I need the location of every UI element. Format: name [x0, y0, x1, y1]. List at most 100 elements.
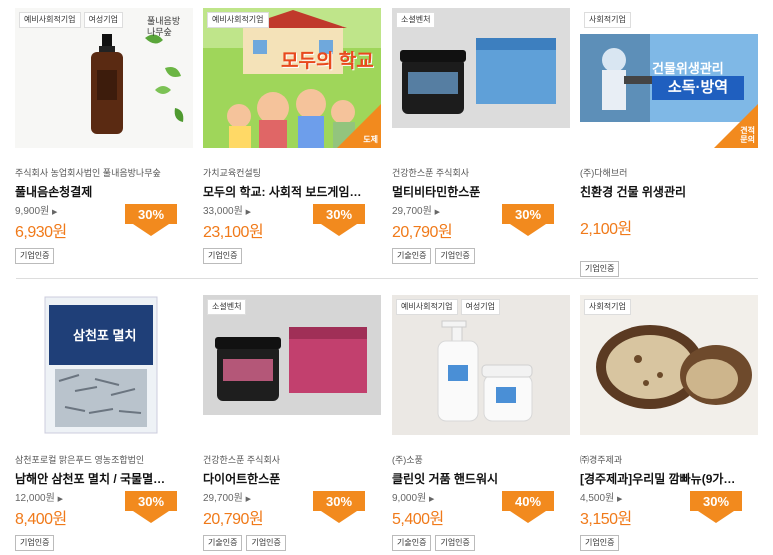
- product-name[interactable]: 남해안 삼천포 멸치 / 국물멸…: [15, 470, 175, 486]
- product-name[interactable]: 풀내음손청결제: [15, 183, 175, 199]
- original-price-value: 12,000원: [15, 493, 55, 504]
- badge: 예비사회적기업: [207, 12, 269, 28]
- cert-tag: 기업인증: [580, 261, 620, 277]
- cert-group: 기술인증 기업인증: [203, 535, 381, 551]
- discount-arrow-badge: 30%: [313, 204, 365, 236]
- original-price-value: 33,000원: [203, 206, 243, 217]
- seller-name: 삼천포로컬 맑은푸드 영농조합법인: [15, 455, 145, 465]
- product-card[interactable]: 소셜벤처 건강한스푼 주식회사 다이어트한스푼 29,700원 ▶ 20,790…: [203, 295, 381, 551]
- original-price-value: 9,900원: [15, 206, 50, 217]
- product-name[interactable]: 모두의 학교: 사회적 보드게임…: [203, 183, 363, 199]
- badge-group: 사회적기업: [584, 299, 631, 315]
- badge-group: 예비사회적기업: [207, 12, 269, 28]
- corner-ribbon: 견적 문의: [714, 104, 758, 148]
- corner-ribbon: 도제: [337, 104, 381, 148]
- cert-group: 기업인증: [15, 535, 193, 551]
- seller-name: 건강한스푼 주식회사: [392, 168, 470, 178]
- price-box: 4,500원 ▶ 3,150원 30%: [580, 489, 758, 529]
- price-box: 2,100원: [580, 215, 758, 255]
- cert-tag: 기업인증: [580, 535, 620, 551]
- product-image-supplement[interactable]: 소셜벤처: [392, 8, 570, 128]
- corner-ribbon-text: 견적 문의: [740, 126, 755, 144]
- original-price-value: 29,700원: [392, 206, 432, 217]
- badge: 예비사회적기업: [19, 12, 81, 28]
- original-price-value: 9,000원: [392, 493, 427, 504]
- product-grid: 풀내음방나무숲 예비사회적기업 여성기업 주식회사 농업회사법인 풀내음방나무숲…: [0, 0, 773, 555]
- product-name[interactable]: 다이어트한스푼: [203, 470, 363, 486]
- package-title-text: 삼천포 멸치: [73, 328, 137, 343]
- badge: 예비사회적기업: [396, 299, 458, 315]
- discount-arrow-badge: 30%: [690, 491, 742, 523]
- seller-name: 건강한스푼 주식회사: [203, 455, 281, 465]
- discount-rate: 30%: [514, 207, 542, 222]
- badge: 사회적기업: [584, 299, 631, 315]
- cert-group: 기업인증: [580, 261, 758, 277]
- product-card[interactable]: 소셜벤처 건강한스푼 주식회사 멀티비타민한스푼 29,700원 ▶ 20,79…: [392, 8, 570, 264]
- badge: 소셜벤처: [207, 299, 247, 315]
- triangle-right-icon: ▶: [434, 209, 440, 216]
- triangle-right-icon: ▶: [617, 496, 623, 503]
- image-logo-text: 풀내음방나무숲: [147, 16, 181, 37]
- row-divider: [16, 278, 758, 279]
- badge: 소셜벤처: [396, 12, 436, 28]
- cert-tag: 기술인증: [392, 535, 432, 551]
- price-box: 29,700원 ▶ 20,790원 30%: [203, 489, 381, 529]
- badge-group: 예비사회적기업 여성기업: [396, 299, 500, 315]
- product-card[interactable]: 건물위생관리 소독·방역 사회적기업 견적 문의 (주)다해브러 친환경 건물 …: [580, 8, 758, 277]
- badge: 여성기업: [460, 299, 500, 315]
- product-name[interactable]: 클린잇 거품 핸드워시: [392, 470, 552, 486]
- price-box: 33,000원 ▶ 23,100원 30%: [203, 202, 381, 242]
- product-image-spray-bottle[interactable]: 풀내음방나무숲 예비사회적기업 여성기업: [15, 8, 193, 148]
- product-image-diet-supplement[interactable]: 소셜벤처: [203, 295, 381, 415]
- discount-arrow-badge: 40%: [502, 491, 554, 523]
- banner-title-text: 건물위생관리: [652, 61, 724, 76]
- price-box: 12,000원 ▶ 8,400원 30%: [15, 489, 193, 529]
- sale-price: 2,100원: [580, 221, 632, 238]
- seller-name: 주식회사 농업회사법인 풀내음방나무숲: [15, 168, 161, 178]
- discount-arrow-badge: 30%: [502, 204, 554, 236]
- product-card[interactable]: 풀내음방나무숲 예비사회적기업 여성기업 주식회사 농업회사법인 풀내음방나무숲…: [15, 8, 193, 264]
- discount-arrow-badge: 30%: [313, 491, 365, 523]
- badge: 사회적기업: [584, 12, 631, 28]
- badge-group: 사회적기업: [584, 12, 631, 28]
- discount-rate: 30%: [137, 494, 165, 509]
- product-image-anchovy[interactable]: 삼천포 멸치: [15, 295, 193, 435]
- image-title-text: 모두의 학교: [281, 51, 374, 72]
- price-box: 9,900원 ▶ 6,930원 30%: [15, 202, 193, 242]
- corner-ribbon-text: 도제: [363, 135, 378, 144]
- triangle-right-icon: ▶: [429, 496, 435, 503]
- original-price-value: 4,500원: [580, 493, 615, 504]
- cert-group: 기술인증 기업인증: [392, 248, 570, 264]
- cert-tag: 기술인증: [203, 535, 243, 551]
- triangle-right-icon: ▶: [245, 209, 251, 216]
- product-image-board-game[interactable]: 모두의 학교 예비사회적기업 도제: [203, 8, 381, 148]
- product-image-bread[interactable]: 사회적기업: [580, 295, 758, 435]
- cert-tag: 기업인증: [15, 535, 55, 551]
- cert-tag: 기업인증: [435, 535, 475, 551]
- product-card[interactable]: 예비사회적기업 여성기업 (주)소풍 클린잇 거품 핸드워시 9,000원 ▶ …: [392, 295, 570, 551]
- discount-rate: 40%: [514, 494, 542, 509]
- cert-tag: 기업인증: [435, 248, 475, 264]
- cert-group: 기업인증: [203, 248, 381, 264]
- product-name[interactable]: 친환경 건물 위생관리: [580, 183, 740, 199]
- cert-tag: 기업인증: [246, 535, 286, 551]
- badge-group: 소셜벤처: [207, 299, 247, 315]
- seller-name: 가치교육컨설팅: [203, 168, 261, 178]
- triangle-right-icon: ▶: [245, 496, 251, 503]
- product-name[interactable]: 멀티비타민한스푼: [392, 183, 552, 199]
- cert-tag: 기업인증: [15, 248, 55, 264]
- cert-group: 기술인증 기업인증: [392, 535, 570, 551]
- product-image-hand-wash[interactable]: 예비사회적기업 여성기업: [392, 295, 570, 435]
- cert-group: 기업인증: [580, 535, 758, 551]
- product-image-disinfection[interactable]: 건물위생관리 소독·방역 사회적기업 견적 문의: [580, 8, 758, 148]
- product-card[interactable]: 삼천포 멸치 삼천포로컬 맑은푸드 영농조합법인 남해안 삼천포 멸치 / 국물…: [15, 295, 193, 551]
- cert-group: 기업인증: [15, 248, 193, 264]
- product-name[interactable]: [경주제과]우리밀 깜빠뉴(9가…: [580, 470, 740, 486]
- cert-tag: 기업인증: [203, 248, 243, 264]
- product-card[interactable]: 사회적기업 ㈜경주제과 [경주제과]우리밀 깜빠뉴(9가… 4,500원 ▶ 3…: [580, 295, 758, 551]
- discount-arrow-badge: 30%: [125, 491, 177, 523]
- discount-rate: 30%: [325, 494, 353, 509]
- triangle-right-icon: ▶: [57, 496, 63, 503]
- seller-name: (주)소풍: [392, 455, 423, 465]
- product-card[interactable]: 모두의 학교 예비사회적기업 도제 가치교육컨설팅 모두의 학교: 사회적 보드…: [203, 8, 381, 264]
